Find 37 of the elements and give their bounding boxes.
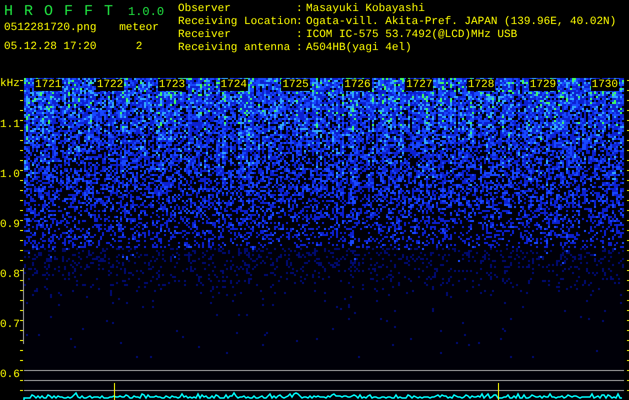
time-label: 1726 [343, 79, 372, 91]
time-label: 1729 [528, 79, 558, 91]
info-label: Receiver [178, 29, 232, 42]
info-separator: : [296, 3, 304, 16]
file-name: 0512281720.png [4, 22, 98, 34]
info-value: Masayuki Kobayashi [306, 3, 426, 16]
info-label: Observer [178, 3, 232, 16]
time-label: 1730 [590, 79, 619, 91]
info-label: Receiving antenna [178, 42, 292, 55]
meteor-count: 2 [134, 41, 144, 53]
app-version: 1.0.0 [128, 5, 164, 19]
axis-label: 1.0 [0, 169, 20, 181]
file-datetime: 05.12.28 17:20 [4, 41, 98, 53]
info-separator: : [296, 16, 304, 29]
info-separator: : [296, 29, 304, 42]
time-label: 1721 [34, 79, 62, 91]
time-label: 1723 [158, 79, 186, 91]
app-name: H R O F F T [4, 3, 114, 20]
axis-label: 1.1 [0, 119, 20, 131]
marker-line [498, 382, 499, 400]
info-value: ICOM IC-575 53.7492(@LCD)MHz USB [306, 29, 518, 42]
meteor-label: meteor [118, 22, 160, 34]
time-label: 1728 [466, 79, 496, 91]
marker-line [114, 382, 115, 400]
time-label: 1727 [405, 79, 434, 91]
axis-label: 0.6 [0, 369, 20, 381]
axis-unit: kHz [0, 78, 20, 90]
axis-label: 0.9 [0, 219, 20, 231]
info-label: Receiving Location [178, 16, 296, 29]
info-value: A504HB(yagi 4el) [306, 42, 413, 55]
time-label: 1725 [281, 79, 310, 91]
axis-label: 0.8 [0, 269, 20, 281]
time-label: 1724 [220, 79, 248, 91]
info-value: Ogata-vill. Akita-Pref. JAPAN (139.96E, 40.02N) [306, 16, 616, 29]
time-label: 1722 [96, 79, 124, 91]
axis-label: 0.7 [0, 319, 20, 331]
info-separator: : [296, 42, 304, 55]
